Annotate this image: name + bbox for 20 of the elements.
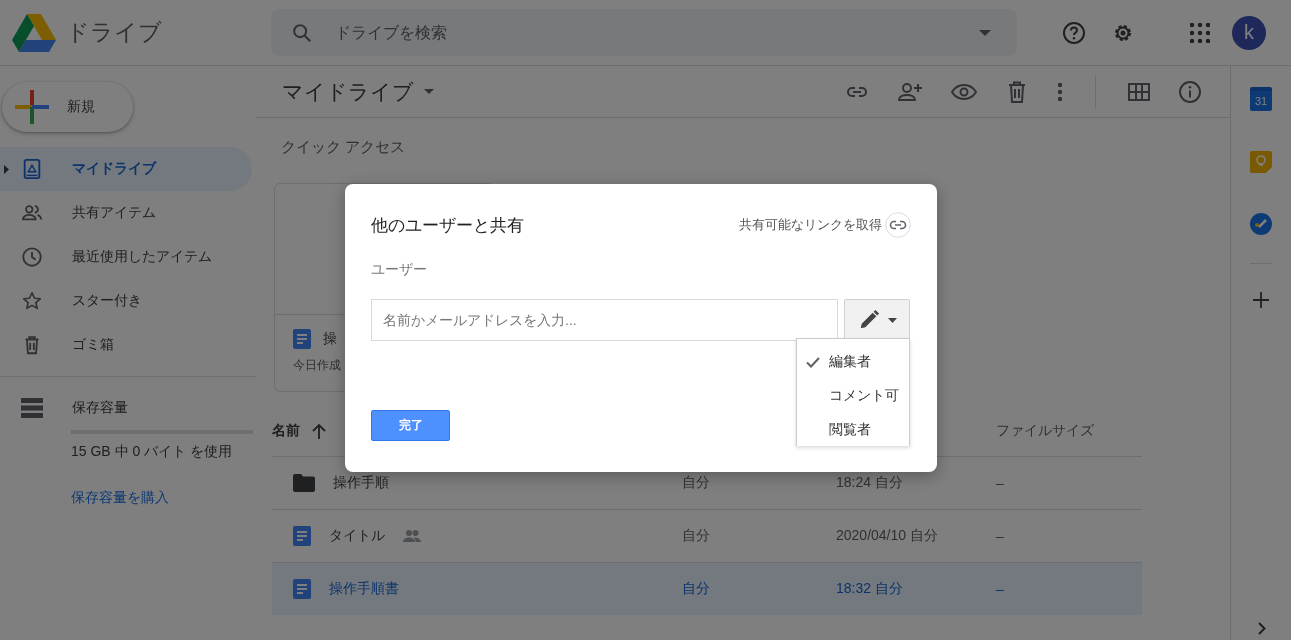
- storage-label: 保存容量: [72, 399, 128, 417]
- file-name: 操作手順書: [329, 580, 399, 598]
- dialog-title: 他のユーザーと共有: [371, 214, 524, 237]
- size-cell-text: –: [996, 475, 1005, 491]
- owner-cell-text: 自分: [682, 527, 711, 545]
- owner-cell-text: 自分: [682, 474, 711, 492]
- product-name: ドライブ: [66, 18, 162, 47]
- modified-cell-text: 18:24 自分: [836, 474, 904, 492]
- file-name: 操作手順: [333, 474, 389, 492]
- section-heading: クイック アクセス: [280, 138, 407, 157]
- size-cell-text: –: [996, 528, 1005, 544]
- file-name: 操: [323, 330, 337, 348]
- file-subtitle: 今日作成: [293, 357, 342, 374]
- modified-cell-text: 2020/04/10 自分: [836, 527, 939, 545]
- field-label: ユーザー: [371, 261, 428, 279]
- file-name: タイトル: [329, 527, 385, 545]
- owner-cell-text: 自分: [682, 580, 711, 598]
- size-cell-text: –: [996, 581, 1005, 597]
- modified-cell-text: 18:32 自分: [836, 580, 904, 598]
- storage-usage: 15 GB 中 0 バイト を使用: [71, 443, 234, 461]
